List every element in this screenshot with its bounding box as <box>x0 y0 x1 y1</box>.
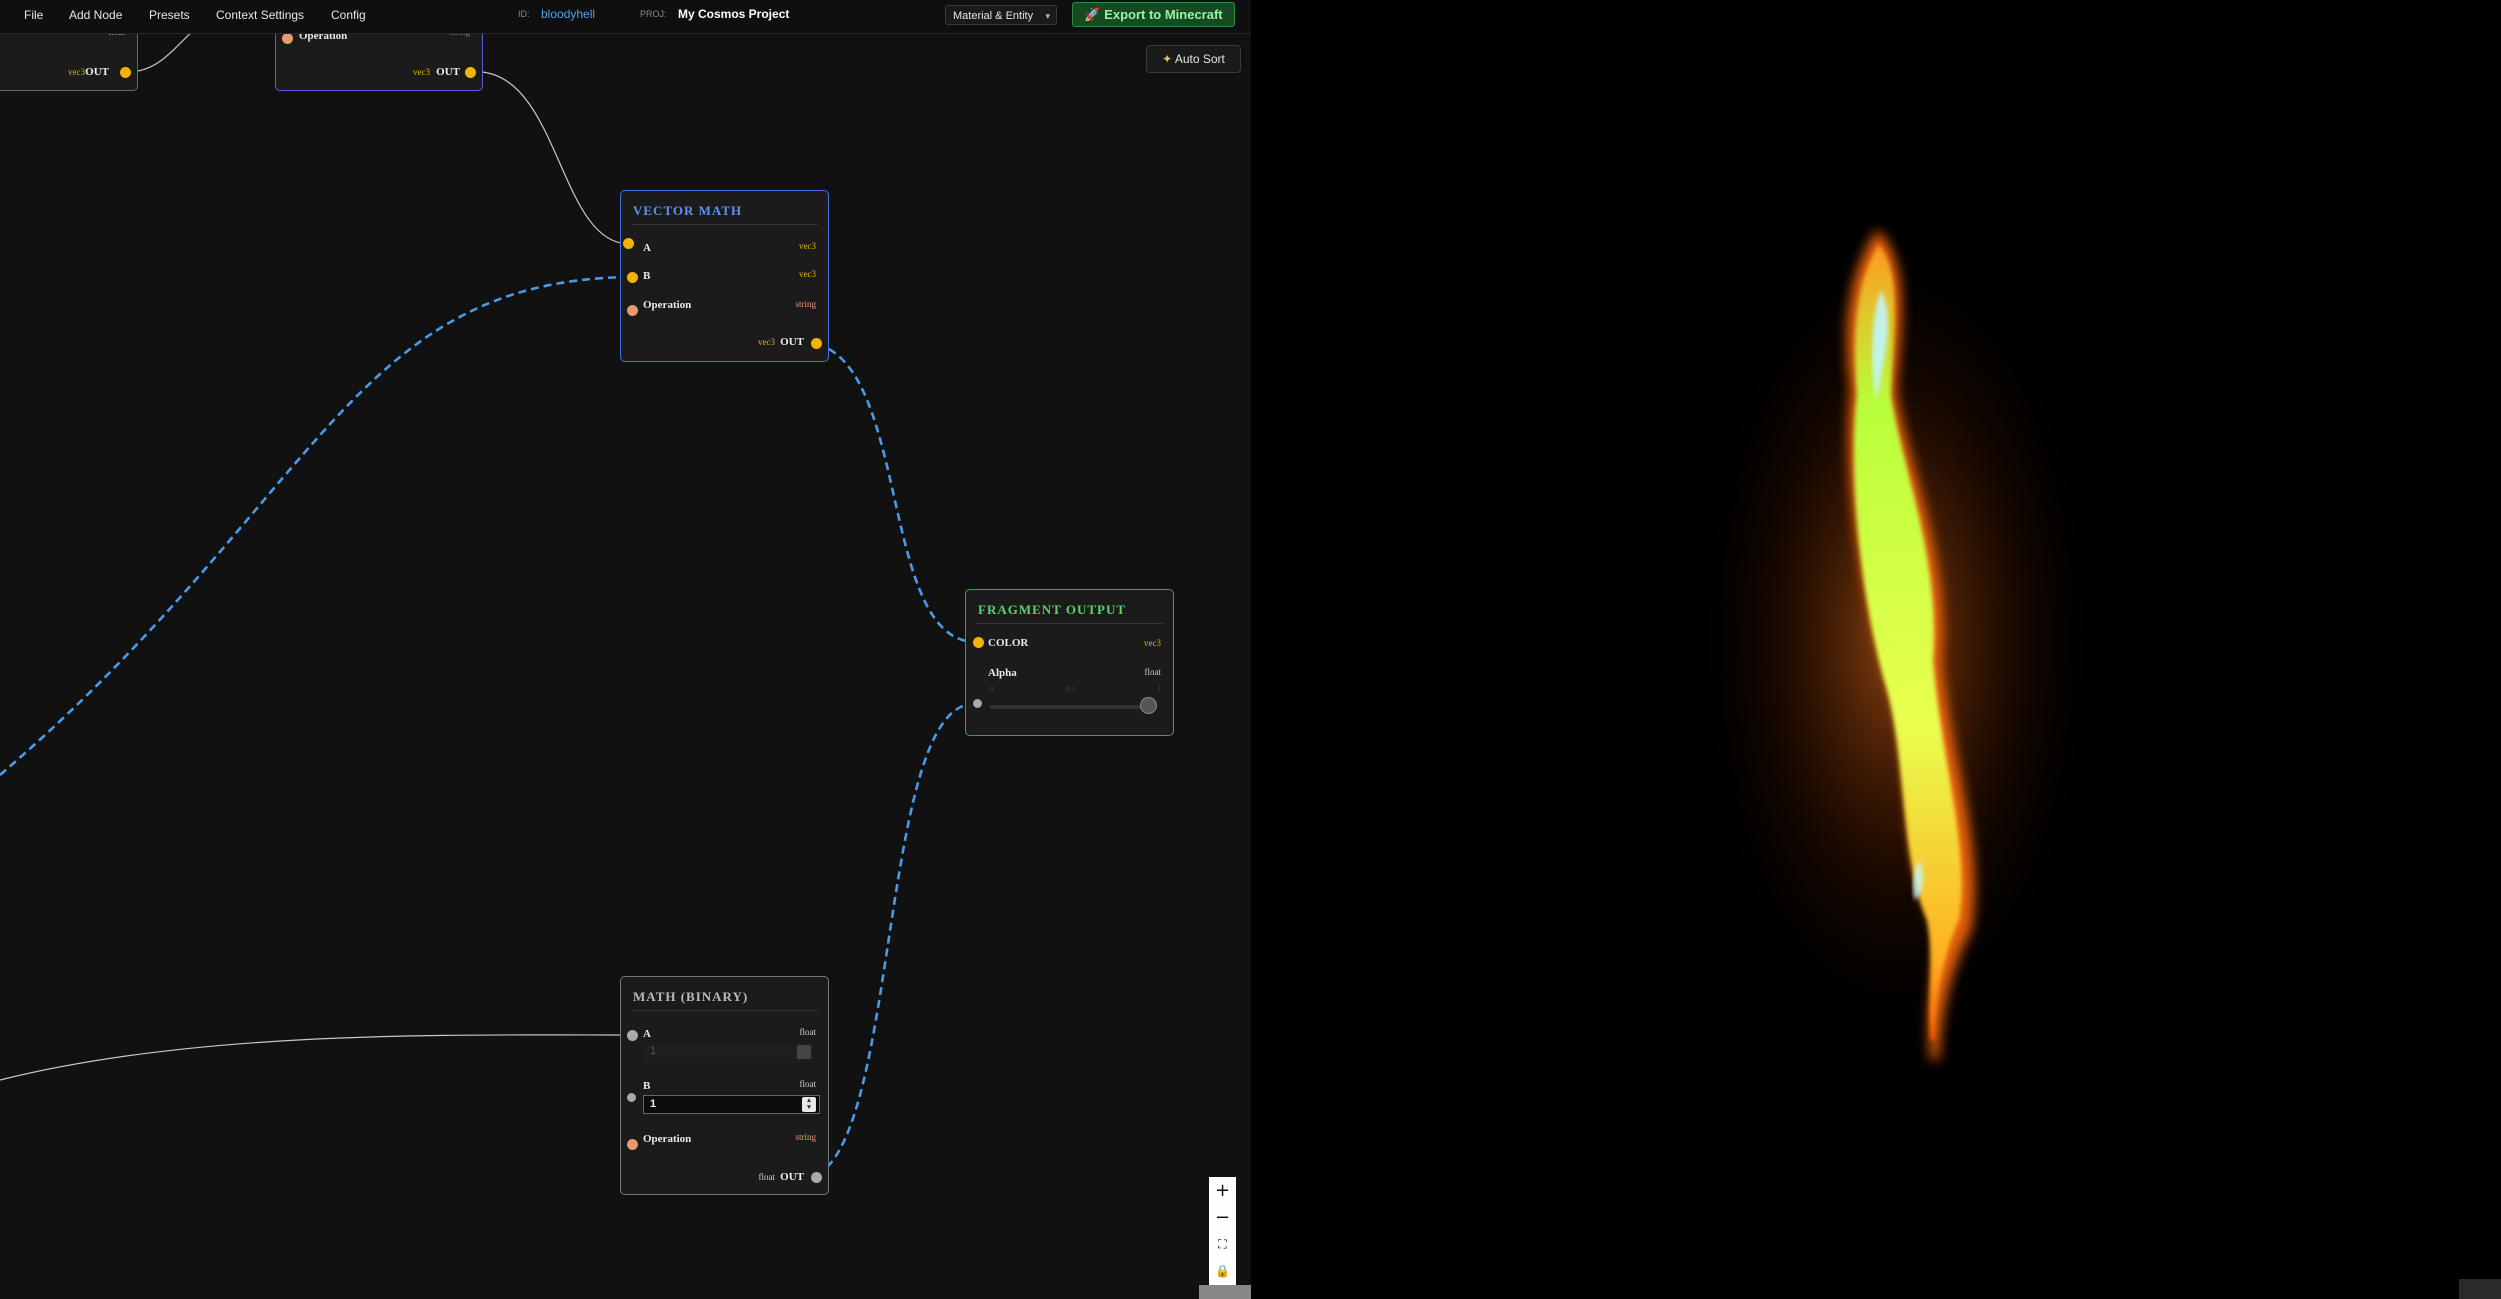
title-divider <box>631 1010 818 1011</box>
auto-sort-label: Auto Sort <box>1174 52 1225 66</box>
mode-select-value: Material & Entity <box>953 10 1034 22</box>
flame-render <box>1686 220 2106 1060</box>
output-port[interactable] <box>465 67 476 78</box>
operation-port[interactable] <box>282 33 293 44</box>
slider-min-label: 0 <box>990 685 994 693</box>
input-label-b: B <box>643 270 651 282</box>
input-port-alpha[interactable] <box>973 699 982 708</box>
zoom-in-button[interactable]: + <box>1209 1177 1236 1204</box>
chevron-down-icon: ▾ <box>1045 11 1050 21</box>
node-title: FRAGMENT OUTPUT <box>978 602 1127 617</box>
input-port-a[interactable] <box>627 1030 638 1041</box>
input-label-a: A <box>643 1028 651 1040</box>
input-port-a[interactable] <box>623 238 634 249</box>
proj-label: PROJ: <box>640 9 667 19</box>
magic-wand-icon: ✦ <box>1162 52 1173 66</box>
zoom-controls: + − ⛶ 🔒 <box>1209 1177 1236 1289</box>
wire-left-to-mathA <box>0 1034 632 1081</box>
input-port-operation[interactable] <box>627 1139 638 1150</box>
id-label: ID: <box>518 9 530 19</box>
zoom-out-button[interactable]: − <box>1209 1204 1236 1231</box>
shader-preview[interactable] <box>1251 0 2501 1299</box>
project-name[interactable]: My Cosmos Project <box>678 7 789 21</box>
output-port[interactable] <box>811 1172 822 1183</box>
title-divider <box>631 224 818 225</box>
lock-icon[interactable]: 🔒 <box>1209 1258 1236 1285</box>
out-label: OUT <box>85 66 109 78</box>
minimap-handle[interactable] <box>1199 1285 1251 1299</box>
wire-vec-out-to-color <box>816 342 976 644</box>
slider-mid-label: 0.5 <box>1066 685 1075 693</box>
node-title: VECTOR MATH <box>633 203 743 218</box>
export-button-label: Export to Minecraft <box>1104 7 1223 22</box>
out-type: float <box>758 1172 776 1182</box>
stepper-icon <box>797 1045 811 1059</box>
input-label-operation: Operation <box>643 299 692 311</box>
preview-corner-tab[interactable] <box>2459 1279 2501 1299</box>
input-a-field-disabled: 1 <box>643 1043 813 1062</box>
out-type: vec3 <box>68 67 85 77</box>
auto-sort-button[interactable]: ✦ Auto Sort <box>1146 45 1241 73</box>
input-type-b: float <box>799 1079 817 1089</box>
input-type-b: vec3 <box>799 269 816 279</box>
node-title: MATH (BINARY) <box>633 989 749 1004</box>
rocket-icon: 🚀 <box>1084 7 1101 22</box>
input-type-alpha: float <box>1144 667 1162 677</box>
menu-file[interactable]: File <box>24 8 43 22</box>
top-menu-bar: File Add Node Presets Context Settings C… <box>0 0 1251 34</box>
input-label-color: COLOR <box>988 637 1029 649</box>
output-port[interactable] <box>120 67 131 78</box>
alpha-slider-thumb[interactable] <box>1140 697 1157 714</box>
input-label-alpha: Alpha <box>988 667 1017 679</box>
wire-top-to-vecA <box>481 71 631 245</box>
out-type: vec3 <box>758 337 775 347</box>
wire-left-to-vecB <box>0 275 632 776</box>
export-to-minecraft-button[interactable]: 🚀 Export to Minecraft <box>1072 2 1235 27</box>
input-type-a: float <box>799 1027 817 1037</box>
wire-math-out-to-alpha <box>816 702 976 1177</box>
id-value[interactable]: bloodyhell <box>541 7 595 21</box>
input-type-color: vec3 <box>1144 638 1161 648</box>
node-math-binary[interactable]: MATH (BINARY) A float 1 B float 1 ▴ ▾ Ope… <box>620 976 829 1195</box>
input-port-b[interactable] <box>627 272 638 283</box>
mode-select[interactable]: Material & Entity ▾ <box>945 5 1057 25</box>
out-label: OUT <box>436 66 460 78</box>
output-port[interactable] <box>811 338 822 349</box>
input-port-color[interactable] <box>973 637 984 648</box>
number-stepper-icon[interactable]: ▴ ▾ <box>802 1097 816 1112</box>
title-divider <box>976 623 1163 624</box>
out-type: vec3 <box>413 67 430 77</box>
alpha-slider-track[interactable] <box>990 705 1148 709</box>
slider-max-label: 1 <box>1157 685 1162 693</box>
input-type-a: vec3 <box>799 241 816 251</box>
menu-context-settings[interactable]: Context Settings <box>216 8 304 22</box>
input-a-value: 1 <box>650 1045 657 1057</box>
out-label: OUT <box>780 1171 804 1183</box>
menu-presets[interactable]: Presets <box>149 8 190 22</box>
menu-add-node[interactable]: Add Node <box>69 8 122 22</box>
input-b-value: 1 <box>650 1098 657 1110</box>
node-vector-math[interactable]: VECTOR MATH A vec3 B vec3 Operation stri… <box>620 190 829 362</box>
node-editor[interactable]: File Add Node Presets Context Settings C… <box>0 0 1251 1299</box>
input-label-a: A <box>643 242 651 254</box>
input-port-operation[interactable] <box>627 305 638 316</box>
menu-config[interactable]: Config <box>331 8 366 22</box>
input-b-field[interactable]: 1 ▴ ▾ <box>643 1095 820 1114</box>
out-label: OUT <box>780 336 804 348</box>
input-type-operation: string <box>795 1132 816 1142</box>
input-label-operation: Operation <box>643 1133 692 1145</box>
input-label-b: B <box>643 1080 651 1092</box>
fit-view-icon[interactable]: ⛶ <box>1209 1231 1236 1258</box>
node-fragment-output[interactable]: FRAGMENT OUTPUT COLOR vec3 Alpha float 0… <box>965 589 1174 736</box>
input-port-b[interactable] <box>627 1093 636 1102</box>
input-type-operation: string <box>795 299 816 309</box>
